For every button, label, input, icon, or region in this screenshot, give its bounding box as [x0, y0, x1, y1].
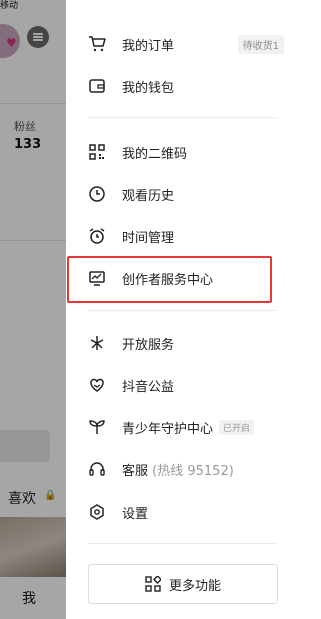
divider — [88, 117, 278, 118]
menu-item-label: 开放服务 — [122, 337, 175, 353]
heart-hand-icon — [88, 376, 106, 394]
order-status-badge: 待收货1 — [237, 34, 284, 54]
menu-item-time-management[interactable]: 时间管理 — [88, 224, 284, 248]
menu-item-open-service[interactable]: 开放服务 — [88, 331, 284, 355]
menu-item-label: 设置 — [122, 506, 149, 522]
menu-item-label: 青少年守护中心 — [122, 421, 214, 437]
menu-item-orders[interactable]: 我的订单 待收货1 — [88, 32, 284, 56]
enabled-tag: 已开启 — [219, 419, 255, 435]
menu-item-label: 我的订单 — [122, 38, 175, 54]
more-features-label: 更多功能 — [168, 578, 221, 594]
creator-center-highlight-box — [67, 256, 272, 303]
menu-item-label: 抖音公益 — [122, 379, 175, 395]
grid-icon — [145, 576, 161, 592]
qrcode-icon — [88, 143, 106, 161]
asterisk-icon — [88, 334, 106, 352]
customer-service-label: 客服 — [122, 463, 149, 479]
menu-item-youth-protection[interactable]: 青少年守护中心 已开启 — [88, 415, 284, 439]
side-drawer: 我的订单 待收货1 我的钱包 我的二维码 观看历史 时间管理 创作者服务中心 开… — [66, 0, 298, 619]
menu-item-label: 时间管理 — [122, 230, 175, 246]
menu-item-customer-service[interactable]: 客服 (热线 95152) — [88, 457, 284, 481]
menu-item-label: 我的二维码 — [122, 146, 188, 162]
menu-item-qrcode[interactable]: 我的二维码 — [88, 140, 284, 164]
more-features-button[interactable]: 更多功能 — [88, 564, 278, 604]
menu-item-label: 我的钱包 — [122, 80, 175, 96]
cart-icon — [88, 35, 106, 53]
menu-item-label: 客服 (热线 95152) — [122, 460, 234, 479]
alarm-clock-icon — [88, 227, 106, 245]
menu-item-charity[interactable]: 抖音公益 — [88, 373, 284, 397]
divider — [88, 310, 278, 311]
settings-hexagon-icon — [88, 503, 106, 521]
sprout-icon — [88, 418, 106, 436]
wallet-icon — [88, 77, 106, 95]
clock-icon — [88, 185, 106, 203]
dim-overlay[interactable] — [0, 0, 66, 619]
menu-item-history[interactable]: 观看历史 — [88, 182, 284, 206]
menu-item-label: 观看历史 — [122, 188, 175, 204]
menu-item-wallet[interactable]: 我的钱包 — [88, 74, 284, 98]
headset-icon — [88, 460, 106, 478]
hotline-text: (热线 95152) — [152, 463, 234, 479]
divider — [88, 543, 278, 544]
menu-item-settings[interactable]: 设置 — [88, 500, 284, 524]
right-edge — [298, 0, 321, 619]
